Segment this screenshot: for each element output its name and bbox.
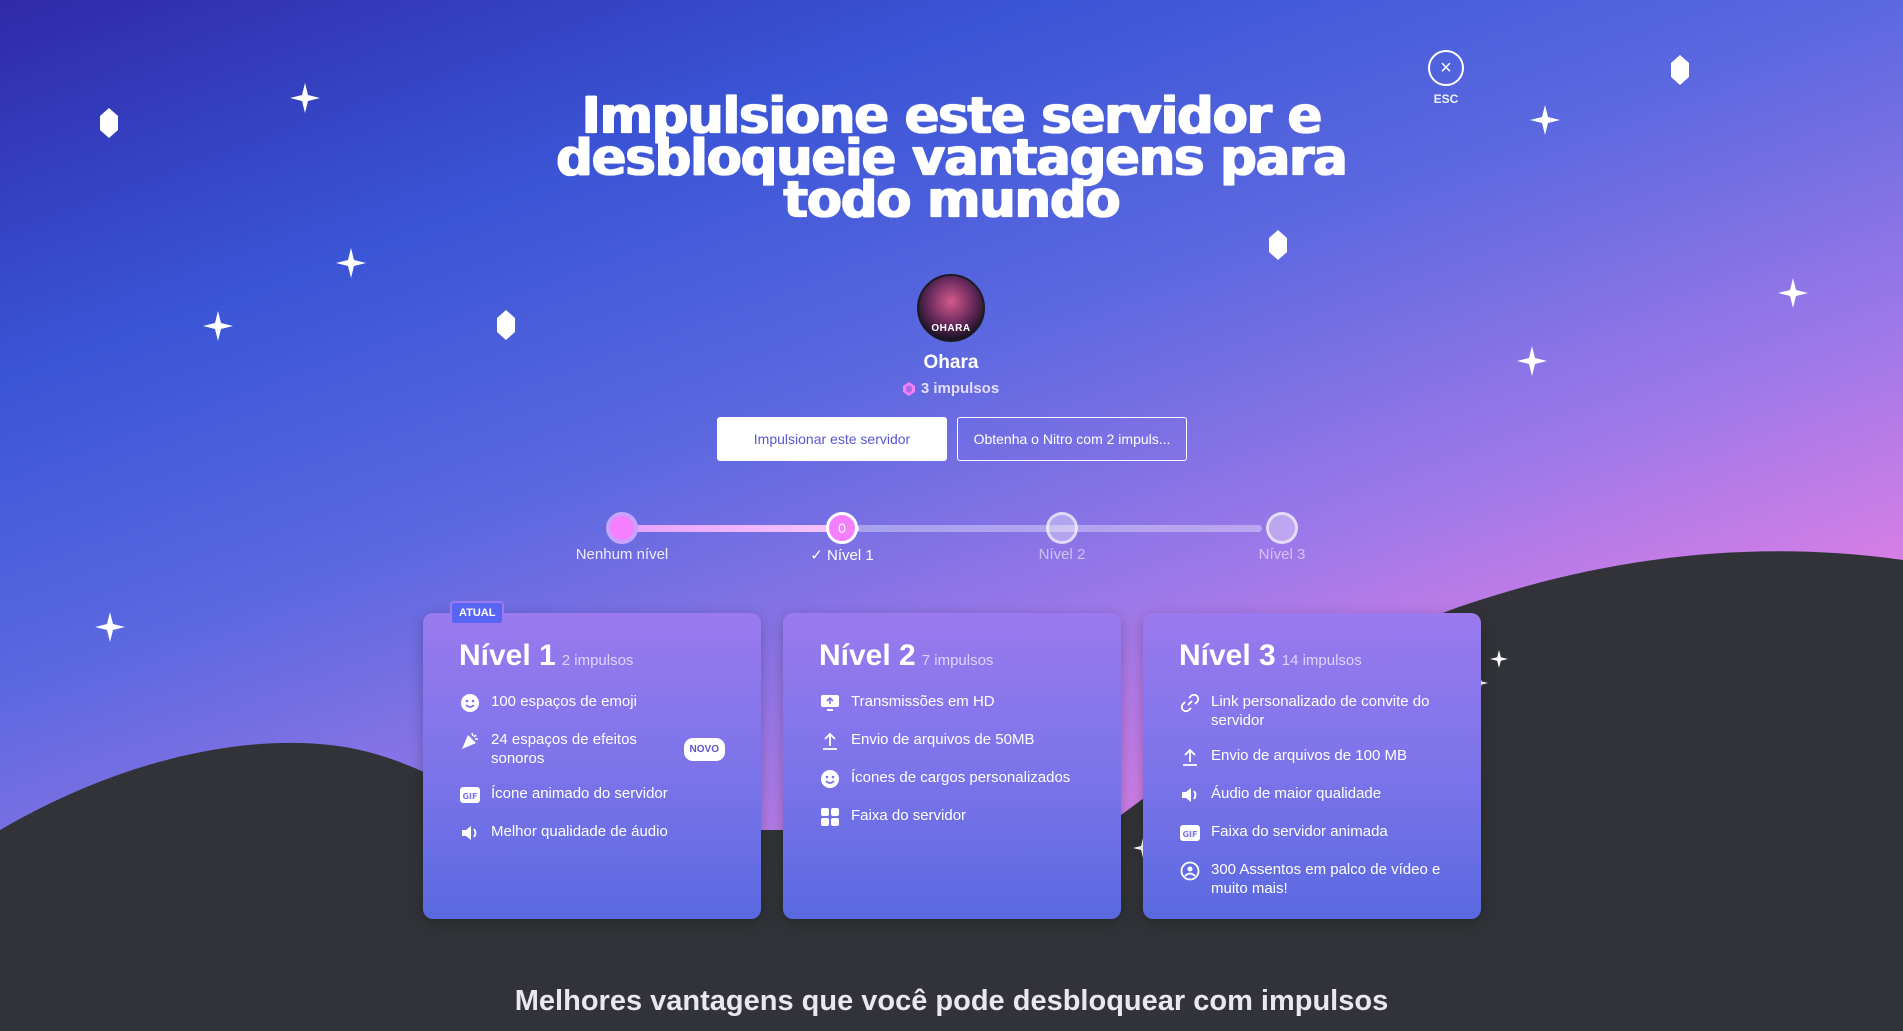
sparkle-icon bbox=[336, 248, 366, 278]
perk-text: Ícones de cargos personalizados bbox=[851, 769, 1071, 786]
current-tier-badge: ATUAL bbox=[450, 601, 505, 625]
upload-icon bbox=[1179, 746, 1201, 768]
grid-icon bbox=[819, 806, 841, 828]
perk-item: GIF Faixa do servidor animada bbox=[1179, 822, 1445, 844]
tier-name: Nível 2 bbox=[819, 639, 916, 672]
tier-card-level-3: Nível 3 14 impulsos Link personalizado de… bbox=[1143, 613, 1481, 919]
server-info: OHARA Ohara 3 impulsos bbox=[851, 274, 1051, 397]
perk-item: Link personalizado de convite do servido… bbox=[1179, 692, 1445, 730]
perk-item: 300 Assentos em palco de vídeo e muito m… bbox=[1179, 860, 1445, 898]
progress-label-level-3: Nível 3 bbox=[1258, 546, 1306, 563]
perk-text: 300 Assentos em palco de vídeo e muito m… bbox=[1211, 861, 1441, 897]
sparkle-icon bbox=[1517, 346, 1547, 376]
sparkle-icon bbox=[290, 83, 320, 113]
perk-text: Faixa do servidor bbox=[851, 807, 967, 824]
speaker-icon bbox=[1179, 784, 1201, 806]
soundboard-icon bbox=[459, 730, 481, 752]
gif-icon: GIF bbox=[459, 784, 481, 806]
perk-text: 100 espaços de emoji bbox=[491, 693, 637, 710]
tier-card-level-2: Nível 2 7 impulsos Transmissões em HD Env… bbox=[783, 613, 1121, 919]
perk-item: Faixa do servidor bbox=[819, 806, 1085, 828]
new-badge: NOVO bbox=[683, 737, 725, 761]
emoji-icon bbox=[819, 768, 841, 790]
boost-gem-icon bbox=[902, 381, 915, 396]
svg-text:GIF: GIF bbox=[1182, 830, 1197, 839]
emoji-icon bbox=[459, 692, 481, 714]
gif-icon: GIF bbox=[1179, 822, 1201, 844]
perk-item: Melhor qualidade de áudio bbox=[459, 822, 725, 844]
progress-node-level-2 bbox=[1046, 512, 1078, 544]
tier-name: Nível 3 bbox=[1179, 639, 1276, 672]
boost-count-text: 3 impulsos bbox=[920, 380, 1000, 397]
link-icon bbox=[1179, 692, 1201, 714]
gem-icon bbox=[100, 108, 118, 138]
sparkle-icon bbox=[1778, 278, 1808, 308]
level-1-label-text: Nível 1 bbox=[827, 547, 874, 564]
tier-requirement: 2 impulsos bbox=[561, 652, 634, 669]
progress-node-level-1: 0 bbox=[826, 512, 858, 544]
perks-section-title: Melhores vantagens que você pode desbloq… bbox=[514, 985, 1389, 1017]
perk-item: 100 espaços de emoji bbox=[459, 692, 725, 714]
progress-fill bbox=[622, 525, 836, 532]
perk-item: 24 espaços de efeitos sonoros NOVO bbox=[459, 730, 725, 768]
sparkle-icon bbox=[1490, 650, 1508, 668]
tier-title: Nível 2 7 impulsos bbox=[819, 639, 1085, 678]
tier-requirement: 7 impulsos bbox=[921, 652, 994, 669]
perk-text: Transmissões em HD bbox=[851, 693, 995, 710]
server-avatar: OHARA bbox=[917, 274, 985, 342]
sparkle-icon bbox=[1530, 105, 1560, 135]
perk-text: Faixa do servidor animada bbox=[1211, 823, 1388, 840]
perk-text: Envio de arquivos de 50MB bbox=[851, 731, 1035, 748]
tier-card-level-1: ATUAL Nível 1 2 impulsos 100 espaços de e… bbox=[423, 601, 761, 919]
speaker-icon bbox=[459, 822, 481, 844]
gem-icon bbox=[1671, 55, 1689, 85]
perk-text: Envio de arquivos de 100 MB bbox=[1211, 747, 1407, 764]
tier-title: Nível 3 14 impulsos bbox=[1179, 639, 1445, 678]
progress-label-level-1: ✓ Nível 1 bbox=[810, 547, 874, 564]
progress-label-level-2: Nível 2 bbox=[1038, 546, 1086, 563]
gem-icon bbox=[1269, 230, 1287, 260]
perk-item: Áudio de maior qualidade bbox=[1179, 784, 1445, 806]
server-name: Ohara bbox=[923, 352, 979, 373]
avatar-label: OHARA bbox=[931, 323, 971, 334]
close-icon: × bbox=[1440, 57, 1452, 79]
server-boost-count: 3 impulsos bbox=[851, 380, 1051, 397]
perk-text: Ícone animado do servidor bbox=[491, 785, 668, 802]
perk-item: Envio de arquivos de 50MB bbox=[819, 730, 1085, 752]
esc-hint: ESC bbox=[1433, 92, 1459, 106]
stage-icon bbox=[1179, 860, 1201, 882]
tier-title: Nível 1 2 impulsos bbox=[459, 639, 725, 678]
sparkle-icon bbox=[203, 311, 233, 341]
svg-text:GIF: GIF bbox=[462, 792, 477, 801]
perk-item: Envio de arquivos de 100 MB bbox=[1179, 746, 1445, 768]
boost-progress: Nenhum nível 0 ✓ Nível 1 Nível 2 Nível 3 bbox=[560, 510, 1340, 564]
perk-text: Link personalizado de convite do servido… bbox=[1211, 693, 1430, 729]
tier-requirement: 14 impulsos bbox=[1281, 652, 1362, 669]
perk-text: Melhor qualidade de áudio bbox=[491, 823, 668, 840]
close-control: × ESC bbox=[1426, 50, 1466, 106]
perk-item: Ícones de cargos personalizados bbox=[819, 768, 1085, 790]
perk-item: Transmissões em HD bbox=[819, 692, 1085, 714]
get-nitro-button[interactable]: Obtenha o Nitro com 2 impuls... bbox=[957, 417, 1187, 461]
progress-node-level-3 bbox=[1266, 512, 1298, 544]
screen-share-icon bbox=[819, 692, 841, 714]
perk-item: GIF Ícone animado do servidor bbox=[459, 784, 725, 806]
level-1-node-text: 0 bbox=[838, 520, 846, 536]
upload-icon bbox=[819, 730, 841, 752]
close-button[interactable]: × bbox=[1428, 50, 1464, 86]
gem-icon bbox=[497, 310, 515, 340]
perk-text: Áudio de maior qualidade bbox=[1211, 785, 1382, 802]
progress-label-none: Nenhum nível bbox=[575, 546, 669, 563]
boost-server-button[interactable]: Impulsionar este servidor bbox=[717, 417, 947, 461]
sparkle-icon bbox=[95, 612, 125, 642]
tier-name: Nível 1 bbox=[459, 639, 556, 672]
progress-node-none bbox=[606, 512, 638, 544]
perk-text: 24 espaços de efeitos sonoros bbox=[491, 731, 637, 767]
page-title: Impulsione este servidor e desbloqueie v… bbox=[556, 87, 1347, 230]
